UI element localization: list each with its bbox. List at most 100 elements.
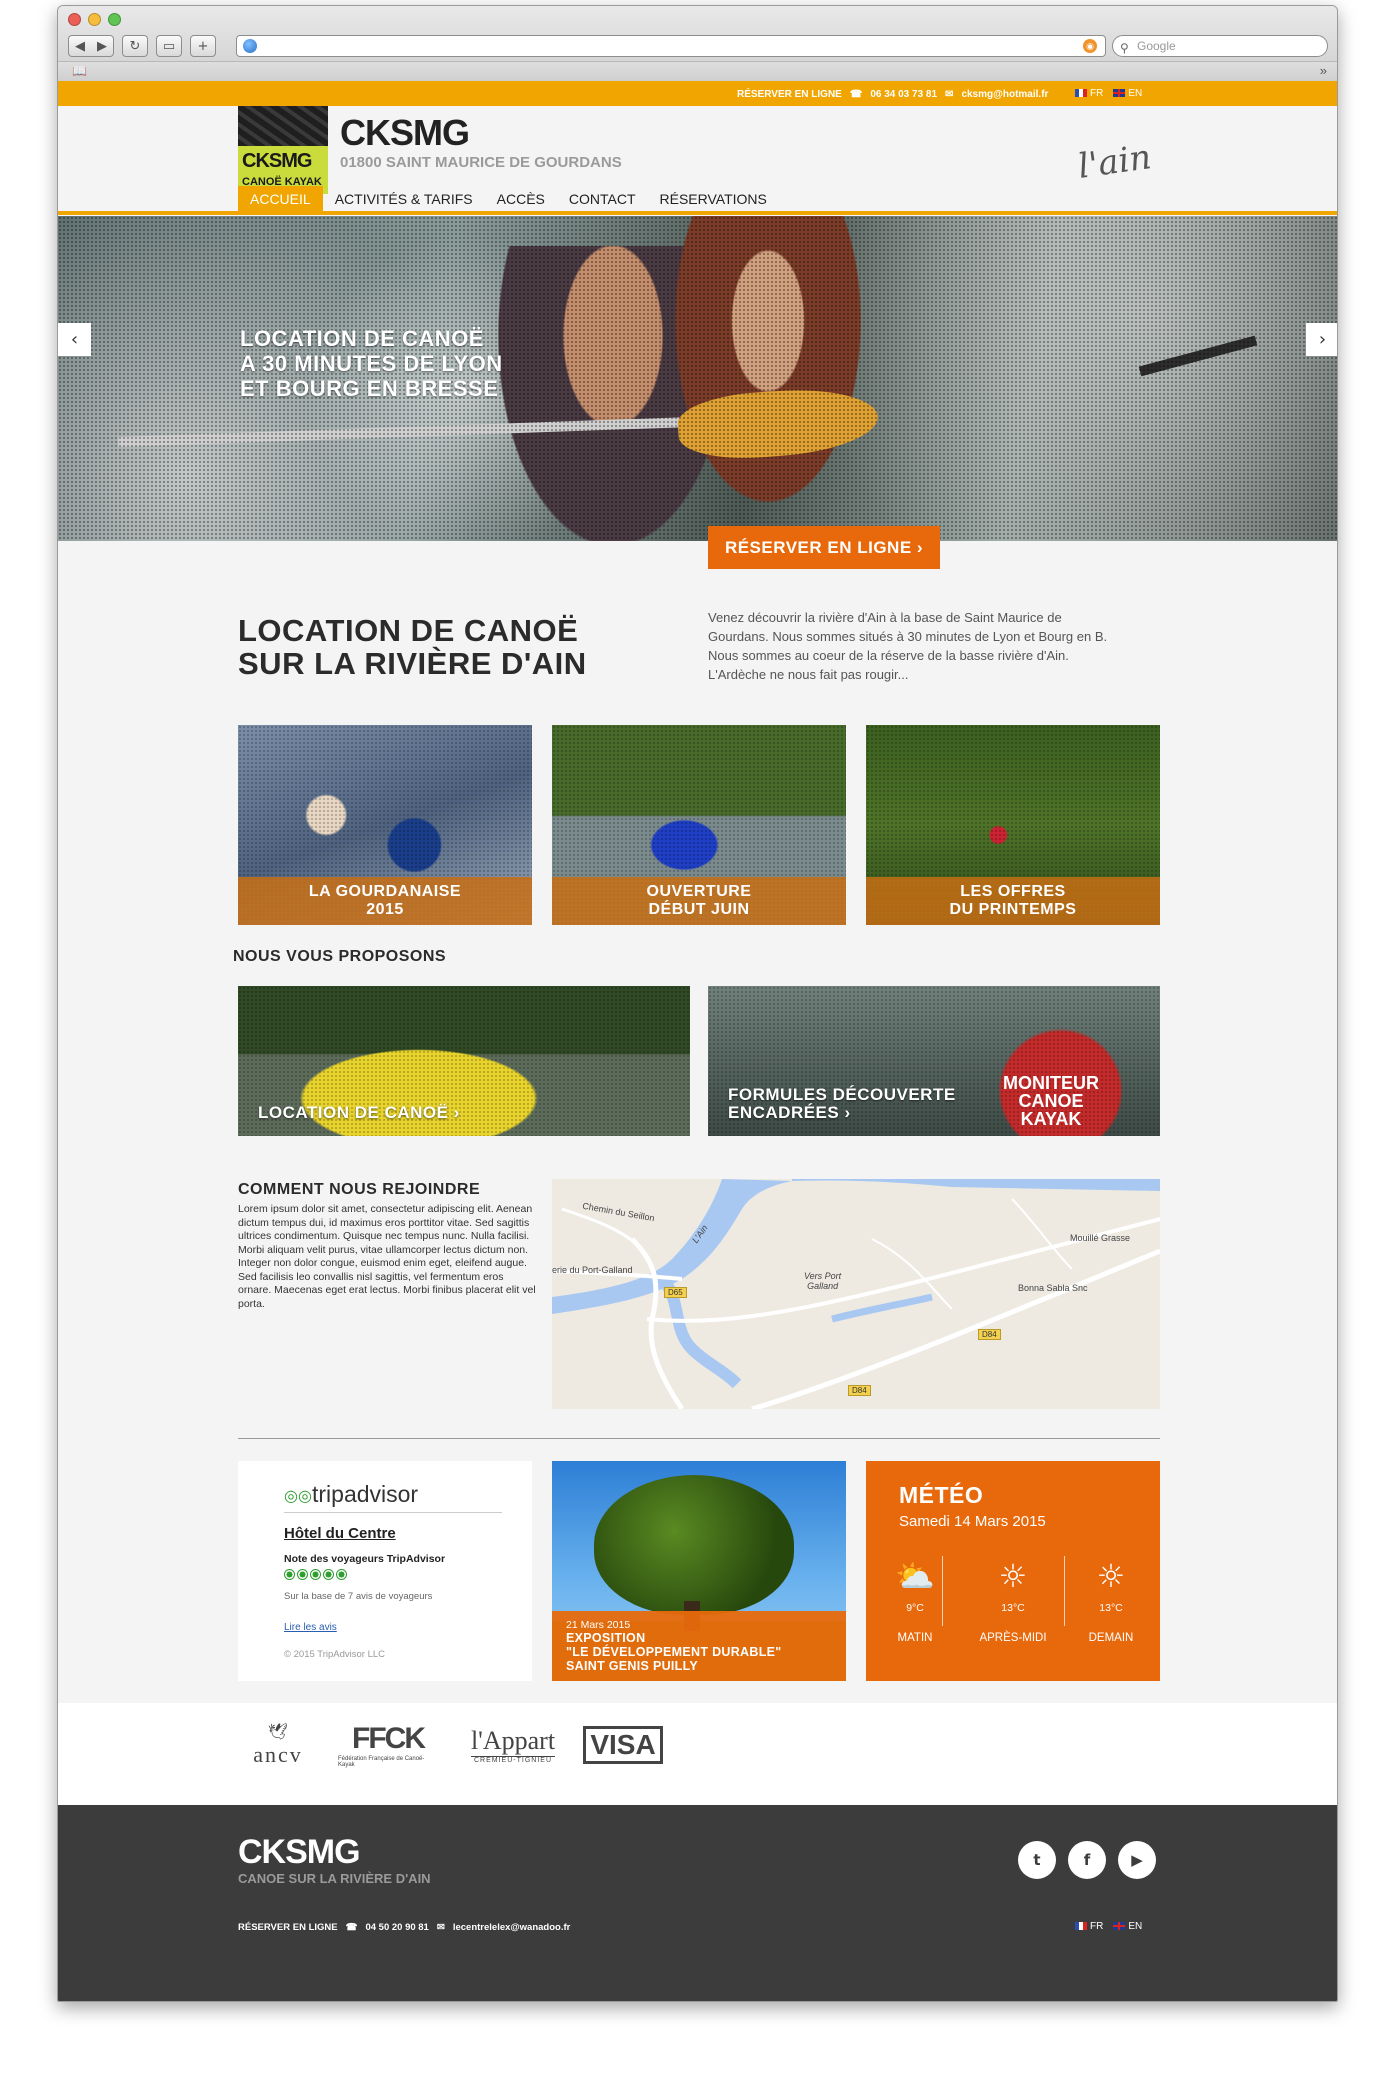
browser-nav-buttons: ◀ ▶ ↻ ▭ + — [68, 35, 216, 57]
tile-caption: LA GOURDANAISE 2015 — [238, 877, 532, 925]
forecast-tomorrow: ☼ 13°C DEMAIN — [1062, 1556, 1160, 1644]
reload-button[interactable]: ↻ — [122, 35, 148, 57]
phone-icon: ☎ — [849, 89, 863, 100]
map-road-d84: D84 — [848, 1385, 871, 1396]
footer-lang-en-label: EN — [1128, 1921, 1143, 1932]
map-road-d84: D84 — [978, 1329, 1001, 1340]
back-icon[interactable]: ◀ — [75, 39, 85, 54]
forecast-temp: 13°C — [1099, 1602, 1123, 1614]
forward-icon[interactable]: ▶ — [97, 39, 107, 54]
proposal-caption: FORMULES DÉCOUVERTE ENCADRÉES › — [728, 1085, 956, 1122]
nav-item-reservations[interactable]: RÉSERVATIONS — [648, 186, 779, 211]
event-caption: 21 Mars 2015 EXPOSITION "LE DÉVELOPPEMEN… — [552, 1611, 846, 1681]
partner-appart-logo[interactable]: l'Appart CREMIEU-TIGNIEU — [463, 1715, 563, 1775]
lang-fr[interactable]: FR — [1075, 88, 1103, 99]
partner-visa-logo[interactable]: VISA — [583, 1715, 663, 1775]
partner-ffck-logo[interactable]: FFCK Fédération Française de Canoë-Kayak — [338, 1715, 438, 1775]
weather-date: Samedi 14 Mars 2015 — [899, 1513, 1046, 1530]
youtube-icon[interactable]: ▶ — [1118, 1841, 1156, 1879]
footer-reserve-link[interactable]: RÉSERVER EN LIGNE — [238, 1922, 338, 1933]
proposal-formules-decouverte[interactable]: MONITEUR CANOE KAYAK FORMULES DÉCOUVERTE… — [708, 986, 1160, 1136]
hotel-link[interactable]: Hôtel du Centre — [284, 1525, 396, 1542]
main-nav: ACCUEIL ACTIVITÉS & TARIFS ACCÈS CONTACT… — [238, 186, 779, 211]
nav-item-acces[interactable]: ACCÈS — [485, 186, 557, 211]
nav-item-contact[interactable]: CONTACT — [557, 186, 648, 211]
search-icon: ⚲ — [1120, 41, 1129, 55]
address-bar[interactable]: ◉ — [236, 35, 1106, 57]
forecast-divider — [942, 1556, 943, 1626]
top-contact: RÉSERVER EN LIGNE ☎ 06 34 03 73 81 ✉ cks… — [737, 89, 1048, 100]
reserve-link[interactable]: RÉSERVER EN LIGNE — [737, 89, 842, 100]
social-links: t f ▶ — [1018, 1841, 1156, 1879]
tile-ouverture[interactable]: OUVERTURE DÉBUT JUIN — [552, 725, 846, 925]
tile-gourdanaise[interactable]: LA GOURDANAISE 2015 — [238, 725, 532, 925]
twitter-icon[interactable]: t — [1018, 1841, 1056, 1879]
tile-caption-line1: LES OFFRES — [960, 883, 1066, 900]
read-reviews-link[interactable]: Lire les avis — [284, 1622, 337, 1633]
footer-lang-en[interactable]: EN — [1113, 1921, 1142, 1932]
tile-caption: LES OFFRES DU PRINTEMPS — [866, 877, 1160, 925]
weather-widget: MÉTÉO Samedi 14 Mars 2015 ⛅ 9°C MATIN ☼ … — [866, 1461, 1160, 1681]
proposal-location-canoe[interactable]: LOCATION DE CANOË › — [238, 986, 690, 1136]
forecast-label: MATIN — [897, 1632, 933, 1644]
hero-title: LOCATION DE CANOË A 30 MINUTES DE LYON E… — [240, 326, 503, 401]
flag-en-icon — [1113, 89, 1126, 98]
partner-appart-text: l'Appart — [470, 1726, 556, 1757]
map-label-vers: Vers Port Galland — [804, 1271, 842, 1291]
map-road-d65: D65 — [664, 1287, 687, 1298]
bookmarks-book-icon[interactable]: 📖 — [72, 64, 87, 78]
location-map[interactable]: Chemin du Seillon L'Ain erie du Port-Gal… — [552, 1179, 1160, 1409]
close-window-button[interactable] — [68, 13, 81, 26]
minimize-window-button[interactable] — [88, 13, 101, 26]
ain-logo[interactable]: l'ain — [1076, 137, 1154, 187]
proposals-heading: NOUS VOUS PROPOSONS — [233, 948, 447, 965]
browser-toolbar: ◀ ▶ ↻ ▭ + ◉ ⚲ Google 📖 » — [58, 6, 1337, 81]
event-tree-image — [594, 1475, 794, 1615]
nav-item-activites[interactable]: ACTIVITÉS & TARIFS — [323, 186, 485, 211]
access-heading: COMMENT NOUS REJOINDRE — [238, 1181, 481, 1198]
chevron-double-right-icon[interactable]: » — [1320, 63, 1327, 78]
window-controls — [68, 13, 121, 26]
rss-icon[interactable]: ◉ — [1083, 39, 1097, 53]
site-logo[interactable]: CKSMG CANOË KAYAK — [238, 106, 328, 194]
new-tab-button[interactable]: + — [190, 35, 216, 57]
email-link[interactable]: cksmg@hotmail.fr — [961, 89, 1048, 100]
facebook-icon[interactable]: f — [1068, 1841, 1106, 1879]
footer-phone: 04 50 20 90 81 — [365, 1922, 429, 1933]
back-forward-buttons[interactable]: ◀ ▶ — [68, 35, 114, 57]
lang-fr-label: FR — [1090, 88, 1104, 99]
lang-en-label: EN — [1128, 88, 1143, 99]
phone-icon: ☎ — [345, 1922, 358, 1933]
forecast-temp: 9°C — [906, 1602, 924, 1614]
snapshot-button[interactable]: ▭ — [156, 35, 182, 57]
owl-icon: ◎◎ — [284, 1487, 312, 1505]
nav-item-accueil[interactable]: ACCUEIL — [238, 186, 323, 211]
partner-ancv-logo[interactable]: 🕊 ancv — [238, 1715, 318, 1775]
tripadvisor-logo[interactable]: ◎◎tripadvisor — [284, 1481, 418, 1508]
web-page: RÉSERVER EN LIGNE ☎ 06 34 03 73 81 ✉ cks… — [58, 81, 1337, 2001]
tile-offres-printemps[interactable]: LES OFFRES DU PRINTEMPS — [866, 725, 1160, 925]
footer-brand: CKSMG — [238, 1833, 361, 1871]
moniteur-vest-text: MONITEUR CANOE KAYAK — [1003, 1073, 1099, 1129]
footer-lang-fr[interactable]: FR — [1075, 1921, 1103, 1932]
bird-icon: 🕊 — [267, 1724, 289, 1741]
slider-next-button[interactable]: › — [1306, 323, 1337, 356]
tile-caption-line2: DU PRINTEMPS — [949, 901, 1077, 918]
globe-icon — [243, 39, 257, 53]
lang-en[interactable]: EN — [1113, 88, 1142, 99]
brand-subtitle: 01800 SAINT MAURICE DE GOURDANS — [340, 154, 622, 171]
site-header: CKSMG CANOË KAYAK CKSMG 01800 SAINT MAUR… — [58, 106, 1337, 216]
event-card[interactable]: 21 Mars 2015 EXPOSITION "LE DÉVELOPPEMEN… — [552, 1461, 846, 1681]
zoom-window-button[interactable] — [108, 13, 121, 26]
tripadvisor-copyright: © 2015 TripAdvisor LLC — [284, 1649, 385, 1660]
proposal-caption: LOCATION DE CANOË › — [258, 1103, 460, 1122]
rating-bubbles — [284, 1569, 347, 1580]
reserve-online-button[interactable]: RÉSERVER EN LIGNE › — [708, 526, 940, 569]
browser-window: ◀ ▶ ↻ ▭ + ◉ ⚲ Google 📖 » RÉSERVER EN LIGN… — [57, 5, 1338, 2002]
chevron-right-icon: › — [1318, 329, 1327, 350]
footer-email-link[interactable]: lecentrelelex@wanadoo.fr — [453, 1922, 571, 1933]
partner-ancv-text: ancv — [253, 1742, 303, 1767]
search-input[interactable]: ⚲ Google — [1112, 35, 1328, 57]
slider-prev-button[interactable]: ‹ — [58, 323, 91, 356]
language-switcher: FR EN — [1075, 88, 1142, 99]
